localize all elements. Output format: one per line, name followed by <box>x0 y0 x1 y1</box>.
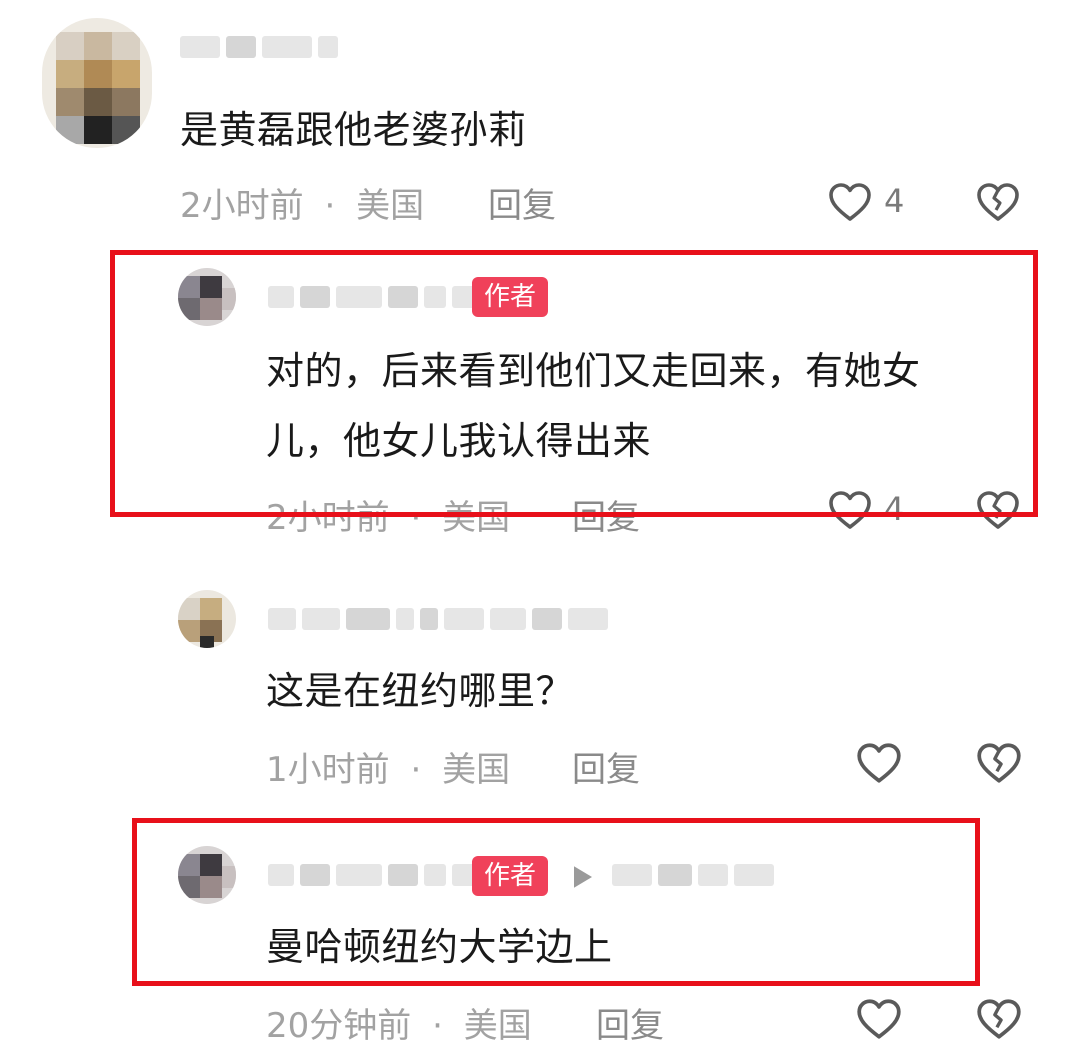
comment-text: 这是在纽约哪里？ <box>266 669 575 713</box>
broken-heart-icon[interactable] <box>974 178 1022 226</box>
reply-button[interactable]: 回复 <box>488 178 556 227</box>
heart-outline-icon[interactable] <box>854 738 904 788</box>
heart-outline-icon[interactable] <box>854 994 904 1044</box>
comment-meta: 1小时前 · 美国 <box>266 742 510 791</box>
location: 美国 <box>463 1006 532 1046</box>
timestamp: 1小时前 <box>266 750 390 790</box>
username[interactable] <box>180 36 338 58</box>
separator: · <box>324 186 336 226</box>
separator: · <box>410 750 422 790</box>
comment-meta: 2小时前 · 美国 <box>180 178 424 227</box>
avatar[interactable] <box>42 18 152 148</box>
reply-button[interactable]: 回复 <box>596 998 664 1047</box>
heart-outline-icon[interactable] <box>826 178 874 226</box>
highlight-box <box>132 818 980 986</box>
timestamp: 2小时前 <box>180 186 304 226</box>
comment-meta: 20分钟前 · 美国 <box>266 998 532 1047</box>
broken-heart-icon[interactable] <box>974 994 1024 1044</box>
broken-heart-icon[interactable] <box>974 738 1024 788</box>
like-count: 4 <box>884 182 905 220</box>
highlight-box <box>110 250 1038 517</box>
username[interactable] <box>268 608 608 630</box>
reply-button[interactable]: 回复 <box>572 742 640 791</box>
location: 美国 <box>356 186 425 226</box>
timestamp: 20分钟前 <box>266 1006 412 1046</box>
avatar[interactable] <box>178 590 236 648</box>
location: 美国 <box>442 750 511 790</box>
comment-text: 是黄磊跟他老婆孙莉 <box>180 108 527 152</box>
separator: · <box>432 1006 443 1046</box>
